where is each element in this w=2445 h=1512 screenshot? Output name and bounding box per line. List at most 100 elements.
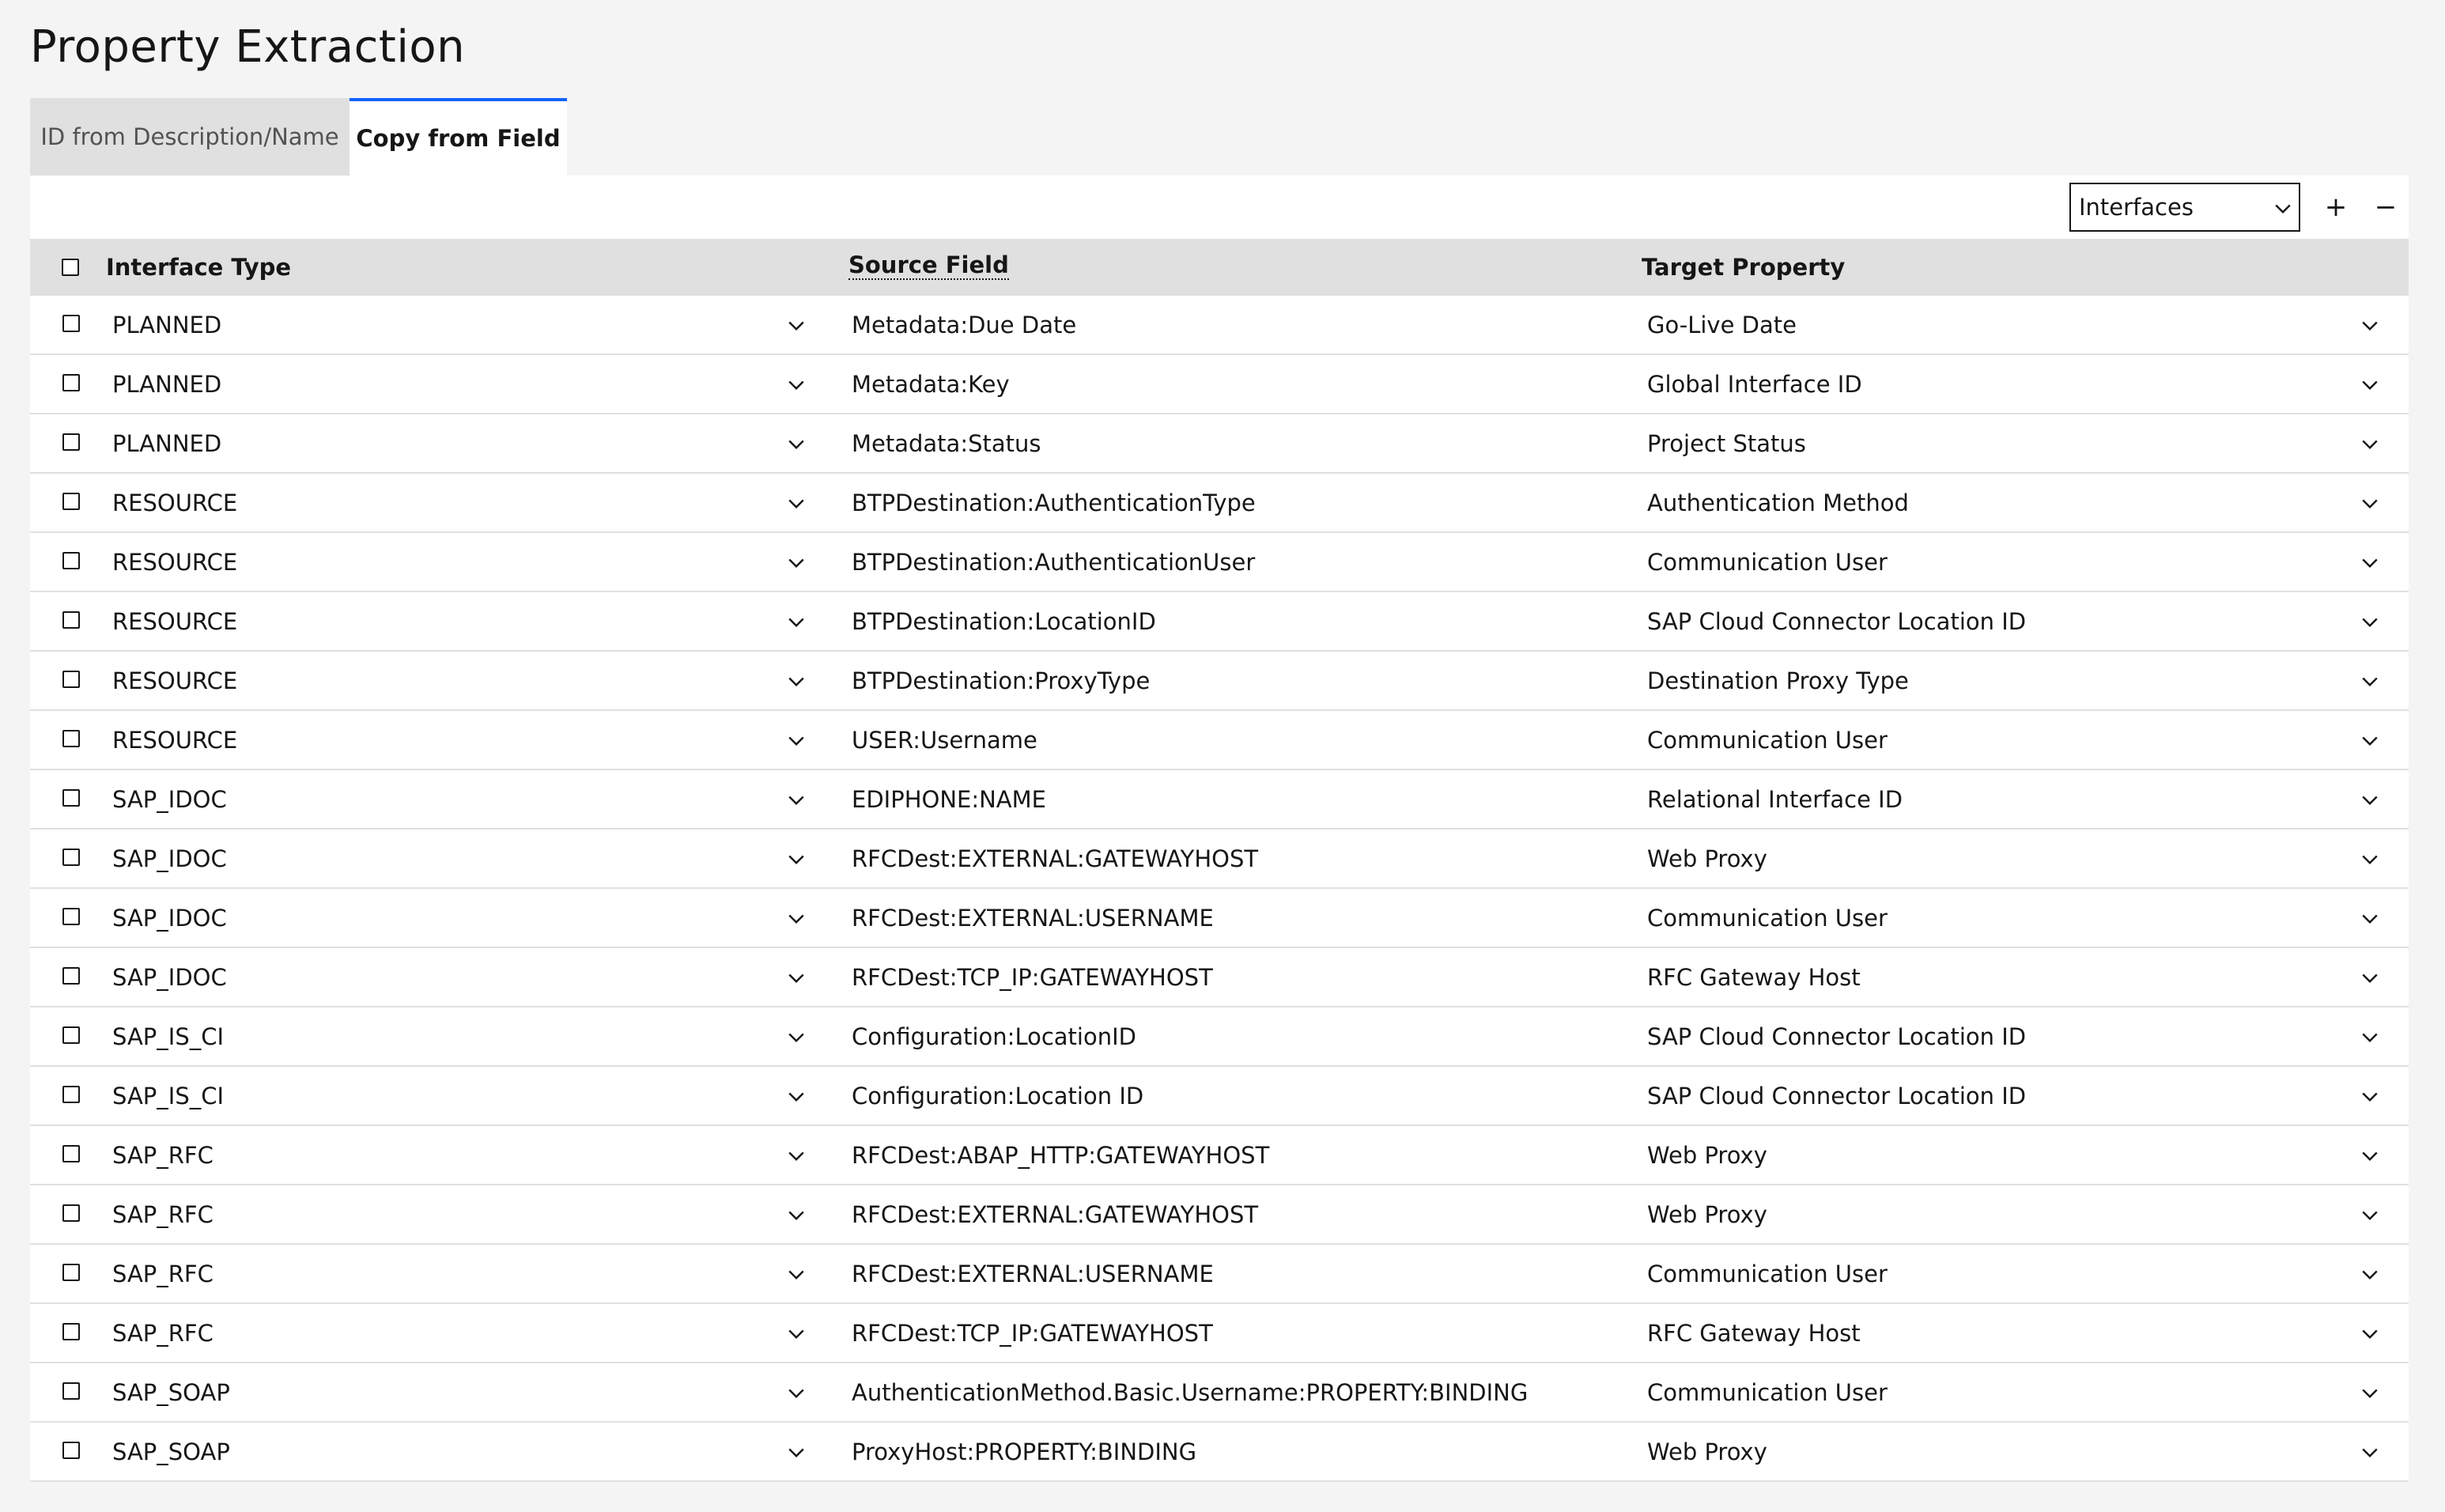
row-checkbox[interactable] (62, 967, 80, 985)
row-checkbox[interactable] (62, 730, 80, 747)
chevron-down-icon[interactable] (785, 729, 807, 751)
interface-type-cell[interactable]: SAP_RFC (112, 1304, 214, 1362)
chevron-down-icon[interactable] (785, 373, 807, 395)
chevron-down-icon[interactable] (2359, 1085, 2381, 1107)
interface-type-cell[interactable]: PLANNED (112, 355, 221, 413)
chevron-down-icon[interactable] (2359, 670, 2381, 692)
chevron-down-icon[interactable] (2359, 1441, 2381, 1463)
chevron-down-icon[interactable] (785, 1204, 807, 1226)
select-all-checkbox[interactable] (62, 259, 79, 276)
scope-select[interactable]: Interfaces (2069, 183, 2300, 232)
row-checkbox[interactable] (62, 1145, 80, 1162)
row-checkbox[interactable] (62, 671, 80, 688)
target-property-cell[interactable]: Communication User (1647, 533, 1888, 591)
target-property-cell[interactable]: Authentication Method (1647, 474, 1909, 531)
target-property-cell[interactable]: SAP Cloud Connector Location ID (1647, 592, 2026, 650)
target-property-cell[interactable]: Communication User (1647, 1245, 1888, 1302)
chevron-down-icon[interactable] (785, 966, 807, 988)
target-property-cell[interactable]: Destination Proxy Type (1647, 652, 1909, 709)
row-checkbox[interactable] (62, 908, 80, 925)
target-property-cell[interactable]: Web Proxy (1647, 1185, 1767, 1243)
target-property-cell[interactable]: Web Proxy (1647, 830, 1767, 887)
target-property-cell[interactable]: Web Proxy (1647, 1126, 1767, 1184)
chevron-down-icon[interactable] (2359, 1382, 2381, 1404)
chevron-down-icon[interactable] (785, 1322, 807, 1344)
row-checkbox[interactable] (62, 433, 80, 451)
interface-type-cell[interactable]: RESOURCE (112, 474, 237, 531)
row-checkbox[interactable] (62, 315, 80, 332)
column-header-source-field[interactable]: Source Field (848, 251, 1009, 280)
chevron-down-icon[interactable] (2359, 610, 2381, 633)
chevron-down-icon[interactable] (2359, 788, 2381, 811)
target-property-cell[interactable]: Communication User (1647, 889, 1888, 947)
target-property-cell[interactable]: Web Proxy (1647, 1423, 1767, 1480)
chevron-down-icon[interactable] (2359, 492, 2381, 514)
chevron-down-icon[interactable] (785, 551, 807, 573)
row-checkbox[interactable] (62, 552, 80, 569)
tab-copy-from-field[interactable]: Copy from Field (350, 98, 567, 176)
interface-type-cell[interactable]: SAP_IDOC (112, 770, 227, 828)
target-property-cell[interactable]: Relational Interface ID (1647, 770, 1903, 828)
interface-type-cell[interactable]: SAP_RFC (112, 1185, 214, 1243)
row-checkbox[interactable] (62, 374, 80, 391)
interface-type-cell[interactable]: RESOURCE (112, 652, 237, 709)
row-checkbox[interactable] (62, 1442, 80, 1459)
chevron-down-icon[interactable] (2359, 314, 2381, 336)
interface-type-cell[interactable]: SAP_IDOC (112, 948, 227, 1006)
chevron-down-icon[interactable] (2359, 1144, 2381, 1166)
chevron-down-icon[interactable] (2359, 966, 2381, 988)
chevron-down-icon[interactable] (785, 314, 807, 336)
chevron-down-icon[interactable] (785, 1441, 807, 1463)
row-checkbox[interactable] (62, 1026, 80, 1044)
interface-type-cell[interactable]: SAP_SOAP (112, 1423, 230, 1480)
interface-type-cell[interactable]: RESOURCE (112, 592, 237, 650)
chevron-down-icon[interactable] (2359, 433, 2381, 455)
add-row-button[interactable]: + (2314, 185, 2358, 229)
target-property-cell[interactable]: SAP Cloud Connector Location ID (1647, 1067, 2026, 1125)
interface-type-cell[interactable]: SAP_RFC (112, 1126, 214, 1184)
chevron-down-icon[interactable] (785, 670, 807, 692)
chevron-down-icon[interactable] (785, 1263, 807, 1285)
chevron-down-icon[interactable] (2359, 373, 2381, 395)
chevron-down-icon[interactable] (2359, 551, 2381, 573)
chevron-down-icon[interactable] (785, 492, 807, 514)
chevron-down-icon[interactable] (785, 1026, 807, 1048)
chevron-down-icon[interactable] (785, 788, 807, 811)
remove-row-button[interactable]: − (2364, 185, 2408, 229)
interface-type-cell[interactable]: PLANNED (112, 296, 221, 353)
chevron-down-icon[interactable] (785, 433, 807, 455)
tab-id-from-description[interactable]: ID from Description/Name (30, 98, 350, 176)
row-checkbox[interactable] (62, 1204, 80, 1222)
chevron-down-icon[interactable] (785, 848, 807, 870)
interface-type-cell[interactable]: RESOURCE (112, 533, 237, 591)
target-property-cell[interactable]: RFC Gateway Host (1647, 948, 1861, 1006)
chevron-down-icon[interactable] (2359, 848, 2381, 870)
target-property-cell[interactable]: SAP Cloud Connector Location ID (1647, 1007, 2026, 1065)
chevron-down-icon[interactable] (2359, 1263, 2381, 1285)
row-checkbox[interactable] (62, 1264, 80, 1281)
interface-type-cell[interactable]: SAP_IS_CI (112, 1007, 224, 1065)
interface-type-cell[interactable]: SAP_RFC (112, 1245, 214, 1302)
interface-type-cell[interactable]: SAP_IDOC (112, 889, 227, 947)
chevron-down-icon[interactable] (785, 907, 807, 929)
row-checkbox[interactable] (62, 789, 80, 807)
target-property-cell[interactable]: Global Interface ID (1647, 355, 1862, 413)
interface-type-cell[interactable]: SAP_SOAP (112, 1363, 230, 1421)
chevron-down-icon[interactable] (2359, 1322, 2381, 1344)
chevron-down-icon[interactable] (2359, 1204, 2381, 1226)
interface-type-cell[interactable]: SAP_IS_CI (112, 1067, 224, 1125)
chevron-down-icon[interactable] (785, 1382, 807, 1404)
row-checkbox[interactable] (62, 611, 80, 629)
interface-type-cell[interactable]: PLANNED (112, 414, 221, 472)
interface-type-cell[interactable]: RESOURCE (112, 711, 237, 769)
row-checkbox[interactable] (62, 493, 80, 510)
target-property-cell[interactable]: Communication User (1647, 1363, 1888, 1421)
interface-type-cell[interactable]: SAP_IDOC (112, 830, 227, 887)
target-property-cell[interactable]: Go-Live Date (1647, 296, 1797, 353)
chevron-down-icon[interactable] (785, 610, 807, 633)
chevron-down-icon[interactable] (2359, 729, 2381, 751)
target-property-cell[interactable]: Project Status (1647, 414, 1806, 472)
chevron-down-icon[interactable] (2359, 1026, 2381, 1048)
chevron-down-icon[interactable] (785, 1085, 807, 1107)
target-property-cell[interactable]: Communication User (1647, 711, 1888, 769)
